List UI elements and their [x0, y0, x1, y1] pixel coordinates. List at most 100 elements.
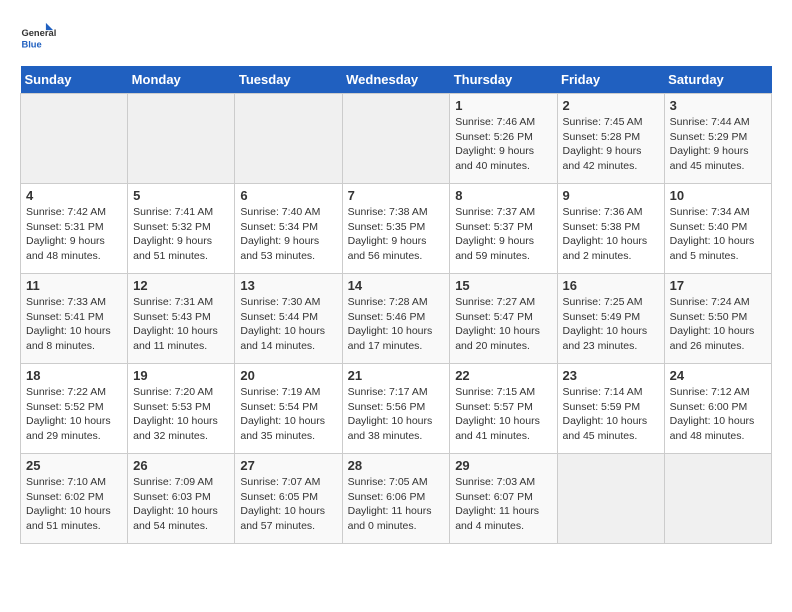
- calendar-cell: 28 Sunrise: 7:05 AMSunset: 6:06 PMDayligh…: [342, 454, 450, 544]
- weekday-header-friday: Friday: [557, 66, 664, 94]
- logo-svg: General Blue: [20, 20, 56, 56]
- calendar-cell: 7 Sunrise: 7:38 AMSunset: 5:35 PMDaylight…: [342, 184, 450, 274]
- calendar-cell: 19 Sunrise: 7:20 AMSunset: 5:53 PMDayligh…: [128, 364, 235, 454]
- day-number: 8: [455, 188, 551, 203]
- calendar-cell: 10 Sunrise: 7:34 AMSunset: 5:40 PMDayligh…: [664, 184, 771, 274]
- day-number: 1: [455, 98, 551, 113]
- day-number: 25: [26, 458, 122, 473]
- day-info: Sunrise: 7:19 AMSunset: 5:54 PMDaylight:…: [240, 385, 336, 444]
- day-number: 6: [240, 188, 336, 203]
- day-number: 12: [133, 278, 229, 293]
- calendar-cell: 26Sunrise: 7:09 AMSunset: 6:03 PMDayligh…: [128, 454, 235, 544]
- day-info: Sunrise: 7:34 AMSunset: 5:40 PMDaylight:…: [670, 205, 766, 264]
- calendar-cell: 13 Sunrise: 7:30 AMSunset: 5:44 PMDayligh…: [235, 274, 342, 364]
- calendar-cell: 22Sunrise: 7:15 AMSunset: 5:57 PMDayligh…: [450, 364, 557, 454]
- logo: General Blue: [20, 20, 56, 56]
- day-info: Sunrise: 7:25 AMSunset: 5:49 PMDaylight:…: [563, 295, 659, 354]
- day-number: 29: [455, 458, 551, 473]
- day-number: 5: [133, 188, 229, 203]
- calendar-week-4: 18 Sunrise: 7:22 AMSunset: 5:52 PMDayligh…: [21, 364, 772, 454]
- day-number: 14: [348, 278, 445, 293]
- calendar-week-1: 1 Sunrise: 7:46 AMSunset: 5:26 PMDaylight…: [21, 94, 772, 184]
- weekday-header-monday: Monday: [128, 66, 235, 94]
- weekday-header-row: SundayMondayTuesdayWednesdayThursdayFrid…: [21, 66, 772, 94]
- day-info: Sunrise: 7:05 AMSunset: 6:06 PMDaylight:…: [348, 475, 445, 534]
- day-number: 21: [348, 368, 445, 383]
- day-info: Sunrise: 7:12 AMSunset: 6:00 PMDaylight:…: [670, 385, 766, 444]
- day-number: 13: [240, 278, 336, 293]
- calendar-cell: 20 Sunrise: 7:19 AMSunset: 5:54 PMDayligh…: [235, 364, 342, 454]
- day-number: 20: [240, 368, 336, 383]
- weekday-header-thursday: Thursday: [450, 66, 557, 94]
- day-info: Sunrise: 7:30 AMSunset: 5:44 PMDaylight:…: [240, 295, 336, 354]
- day-info: Sunrise: 7:15 AMSunset: 5:57 PMDaylight:…: [455, 385, 551, 444]
- day-number: 4: [26, 188, 122, 203]
- calendar-cell: 6 Sunrise: 7:40 AMSunset: 5:34 PMDaylight…: [235, 184, 342, 274]
- calendar-cell: 12 Sunrise: 7:31 AMSunset: 5:43 PMDayligh…: [128, 274, 235, 364]
- day-info: Sunrise: 7:40 AMSunset: 5:34 PMDaylight:…: [240, 205, 336, 264]
- calendar-cell: 8 Sunrise: 7:37 AMSunset: 5:37 PMDaylight…: [450, 184, 557, 274]
- calendar-cell: 23Sunrise: 7:14 AMSunset: 5:59 PMDayligh…: [557, 364, 664, 454]
- day-info: Sunrise: 7:41 AMSunset: 5:32 PMDaylight:…: [133, 205, 229, 264]
- calendar-cell: 25Sunrise: 7:10 AMSunset: 6:02 PMDayligh…: [21, 454, 128, 544]
- weekday-header-tuesday: Tuesday: [235, 66, 342, 94]
- calendar-cell: [235, 94, 342, 184]
- day-number: 11: [26, 278, 122, 293]
- weekday-header-sunday: Sunday: [21, 66, 128, 94]
- day-number: 15: [455, 278, 551, 293]
- calendar-cell: 3Sunrise: 7:44 AMSunset: 5:29 PMDaylight…: [664, 94, 771, 184]
- day-info: Sunrise: 7:03 AMSunset: 6:07 PMDaylight:…: [455, 475, 551, 534]
- day-info: Sunrise: 7:24 AMSunset: 5:50 PMDaylight:…: [670, 295, 766, 354]
- day-number: 24: [670, 368, 766, 383]
- calendar-cell: 24 Sunrise: 7:12 AMSunset: 6:00 PMDayligh…: [664, 364, 771, 454]
- calendar-cell: [342, 94, 450, 184]
- day-info: Sunrise: 7:42 AMSunset: 5:31 PMDaylight:…: [26, 205, 122, 264]
- day-info: Sunrise: 7:09 AMSunset: 6:03 PMDaylight:…: [133, 475, 229, 534]
- day-number: 9: [563, 188, 659, 203]
- calendar-cell: 9 Sunrise: 7:36 AMSunset: 5:38 PMDaylight…: [557, 184, 664, 274]
- calendar-cell: 15 Sunrise: 7:27 AMSunset: 5:47 PMDayligh…: [450, 274, 557, 364]
- day-number: 19: [133, 368, 229, 383]
- day-number: 2: [563, 98, 659, 113]
- calendar-cell: 4 Sunrise: 7:42 AMSunset: 5:31 PMDaylight…: [21, 184, 128, 274]
- calendar-cell: 17 Sunrise: 7:24 AMSunset: 5:50 PMDayligh…: [664, 274, 771, 364]
- day-info: Sunrise: 7:17 AMSunset: 5:56 PMDaylight:…: [348, 385, 445, 444]
- page-header: General Blue: [20, 20, 772, 56]
- day-number: 28: [348, 458, 445, 473]
- day-info: Sunrise: 7:45 AMSunset: 5:28 PMDaylight:…: [563, 115, 659, 174]
- calendar-week-2: 4 Sunrise: 7:42 AMSunset: 5:31 PMDaylight…: [21, 184, 772, 274]
- calendar-table: SundayMondayTuesdayWednesdayThursdayFrid…: [20, 66, 772, 544]
- day-info: Sunrise: 7:44 AMSunset: 5:29 PMDaylight:…: [670, 115, 766, 174]
- calendar-cell: 11 Sunrise: 7:33 AMSunset: 5:41 PMDayligh…: [21, 274, 128, 364]
- calendar-cell: 14 Sunrise: 7:28 AMSunset: 5:46 PMDayligh…: [342, 274, 450, 364]
- day-info: Sunrise: 7:22 AMSunset: 5:52 PMDaylight:…: [26, 385, 122, 444]
- day-info: Sunrise: 7:20 AMSunset: 5:53 PMDaylight:…: [133, 385, 229, 444]
- day-number: 18: [26, 368, 122, 383]
- day-info: Sunrise: 7:38 AMSunset: 5:35 PMDaylight:…: [348, 205, 445, 264]
- calendar-week-3: 11 Sunrise: 7:33 AMSunset: 5:41 PMDayligh…: [21, 274, 772, 364]
- calendar-week-5: 25Sunrise: 7:10 AMSunset: 6:02 PMDayligh…: [21, 454, 772, 544]
- day-info: Sunrise: 7:33 AMSunset: 5:41 PMDaylight:…: [26, 295, 122, 354]
- calendar-cell: 5 Sunrise: 7:41 AMSunset: 5:32 PMDaylight…: [128, 184, 235, 274]
- day-info: Sunrise: 7:07 AMSunset: 6:05 PMDaylight:…: [240, 475, 336, 534]
- day-number: 16: [563, 278, 659, 293]
- day-info: Sunrise: 7:46 AMSunset: 5:26 PMDaylight:…: [455, 115, 551, 174]
- day-info: Sunrise: 7:37 AMSunset: 5:37 PMDaylight:…: [455, 205, 551, 264]
- calendar-cell: [664, 454, 771, 544]
- day-number: 27: [240, 458, 336, 473]
- calendar-cell: [21, 94, 128, 184]
- day-number: 17: [670, 278, 766, 293]
- day-info: Sunrise: 7:31 AMSunset: 5:43 PMDaylight:…: [133, 295, 229, 354]
- day-info: Sunrise: 7:27 AMSunset: 5:47 PMDaylight:…: [455, 295, 551, 354]
- calendar-cell: [128, 94, 235, 184]
- day-number: 10: [670, 188, 766, 203]
- day-number: 7: [348, 188, 445, 203]
- day-info: Sunrise: 7:14 AMSunset: 5:59 PMDaylight:…: [563, 385, 659, 444]
- day-info: Sunrise: 7:28 AMSunset: 5:46 PMDaylight:…: [348, 295, 445, 354]
- weekday-header-wednesday: Wednesday: [342, 66, 450, 94]
- calendar-cell: 2 Sunrise: 7:45 AMSunset: 5:28 PMDaylight…: [557, 94, 664, 184]
- calendar-cell: 21 Sunrise: 7:17 AMSunset: 5:56 PMDayligh…: [342, 364, 450, 454]
- weekday-header-saturday: Saturday: [664, 66, 771, 94]
- calendar-cell: 27 Sunrise: 7:07 AMSunset: 6:05 PMDayligh…: [235, 454, 342, 544]
- day-info: Sunrise: 7:36 AMSunset: 5:38 PMDaylight:…: [563, 205, 659, 264]
